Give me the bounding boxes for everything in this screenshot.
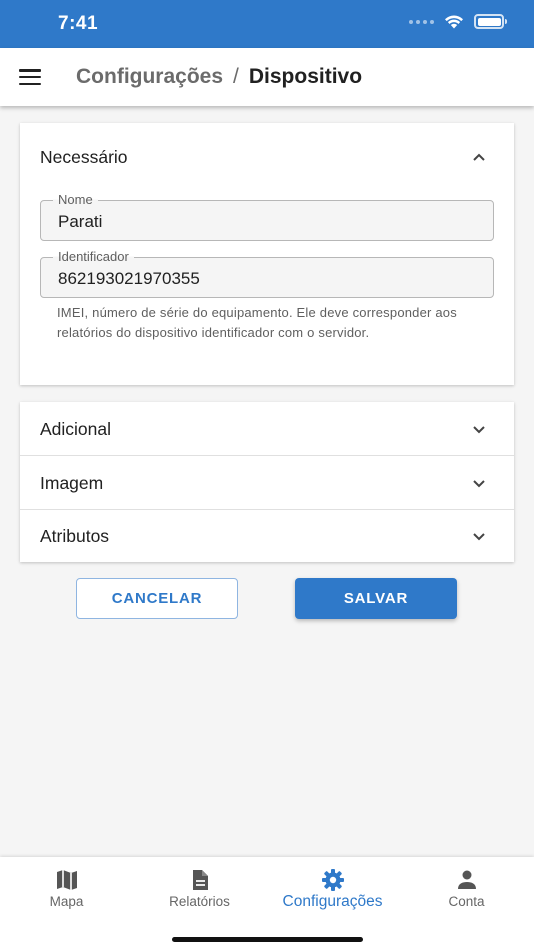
nav-label-account: Conta bbox=[448, 894, 485, 909]
nav-label-reports: Relatórios bbox=[169, 894, 230, 909]
save-button[interactable]: SALVAR bbox=[295, 578, 457, 619]
chevron-down-icon bbox=[473, 426, 485, 434]
chevron-up-icon bbox=[473, 153, 485, 161]
section-title-image: Imagem bbox=[40, 473, 104, 493]
name-input[interactable] bbox=[58, 212, 478, 232]
status-icons bbox=[409, 14, 507, 29]
gear-icon bbox=[321, 869, 344, 891]
wifi-icon bbox=[445, 15, 463, 29]
nav-label-settings: Configurações bbox=[282, 893, 383, 910]
identifier-field[interactable]: Identificador bbox=[40, 249, 494, 298]
chevron-down-icon bbox=[473, 533, 485, 541]
page-title: Dispositivo bbox=[248, 65, 363, 88]
nav-label-map: Mapa bbox=[49, 894, 84, 909]
person-icon bbox=[457, 870, 476, 889]
breadcrumb-separator: / bbox=[233, 65, 239, 88]
map-icon bbox=[56, 870, 77, 890]
identifier-helper-text: IMEI, número de série do equipamento. El… bbox=[57, 305, 457, 340]
name-field-label: Nome bbox=[53, 192, 98, 207]
cellular-signal-icon bbox=[409, 19, 434, 24]
accordion-group: Adicional Imagem Atributos bbox=[20, 402, 514, 562]
app-bar: Configurações / Dispositivo bbox=[0, 48, 534, 106]
breadcrumb: Configurações / Dispositivo bbox=[76, 65, 362, 89]
nav-item-map[interactable]: Mapa bbox=[0, 857, 133, 915]
section-header-attributes[interactable]: Atributos bbox=[20, 509, 514, 562]
battery-icon bbox=[474, 14, 507, 29]
status-time: 7:41 bbox=[58, 13, 99, 34]
bottom-navigation: Mapa Relatórios Configurações Conta bbox=[0, 857, 534, 915]
necessary-section: Necessário Nome Identificador IMEI, núme… bbox=[20, 123, 514, 385]
cancel-button[interactable]: CANCELAR bbox=[76, 578, 238, 619]
nav-item-account[interactable]: Conta bbox=[400, 857, 533, 915]
section-title-additional: Adicional bbox=[40, 419, 112, 439]
section-title-attributes: Atributos bbox=[40, 526, 110, 546]
name-field[interactable]: Nome bbox=[40, 192, 494, 241]
section-header-image[interactable]: Imagem bbox=[20, 456, 514, 509]
chevron-down-icon bbox=[473, 480, 485, 488]
section-header-additional[interactable]: Adicional bbox=[20, 402, 514, 455]
identifier-input[interactable] bbox=[58, 269, 478, 289]
status-bar: 7:41 bbox=[0, 0, 534, 48]
home-indicator[interactable] bbox=[172, 937, 363, 942]
home-indicator-area bbox=[0, 915, 534, 950]
section-title-necessary: Necessário bbox=[40, 147, 128, 167]
nav-item-reports[interactable]: Relatórios bbox=[133, 857, 266, 915]
document-icon bbox=[192, 870, 208, 890]
nav-item-settings[interactable]: Configurações bbox=[266, 857, 399, 915]
hamburger-menu-icon[interactable] bbox=[19, 69, 41, 86]
necessary-section-header[interactable]: Necessário bbox=[20, 123, 514, 189]
breadcrumb-parent[interactable]: Configurações bbox=[76, 65, 223, 89]
identifier-field-label: Identificador bbox=[53, 249, 134, 264]
